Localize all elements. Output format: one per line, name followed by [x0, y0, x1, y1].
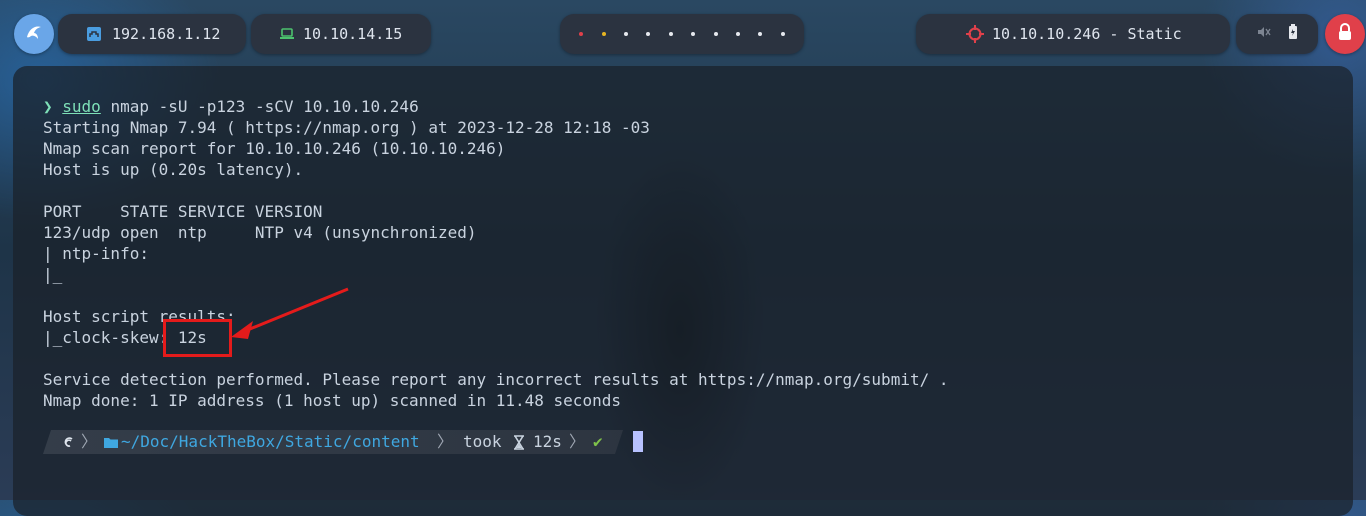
local-ip-text: 192.168.1.12 — [112, 25, 221, 43]
terminal-output: ❯ sudo nmap -sU -p123 -sCV 10.10.10.246 S… — [43, 96, 948, 411]
padlock-icon — [1337, 23, 1353, 45]
workspace-dot[interactable] — [623, 32, 628, 36]
prompt-arrow-icon: ❯ — [43, 97, 53, 116]
took-label: took — [463, 432, 502, 451]
annotation-arrow-icon — [231, 287, 349, 339]
command-args: nmap -sU -p123 -sCV 10.10.10.246 — [100, 97, 419, 116]
terminal-window[interactable]: ❯ sudo nmap -sU -p123 -sCV 10.10.10.246 S… — [13, 66, 1353, 516]
hourglass-icon — [513, 430, 525, 454]
output-line: 123/udp open ntp NTP v4 (unsynchronized) — [43, 223, 477, 242]
command-line: ❯ sudo nmap -sU -p123 -sCV 10.10.10.246 — [43, 96, 948, 117]
lock-screen-button[interactable] — [1325, 14, 1365, 54]
workspace-dot[interactable] — [713, 32, 718, 36]
lan-icon — [86, 26, 102, 46]
kali-dragon-icon — [23, 21, 45, 47]
folder-icon — [103, 430, 119, 454]
crosshair-icon — [966, 25, 984, 47]
vpn-ip-indicator[interactable]: 10.10.14.15 — [251, 14, 431, 54]
workspace-dot-active[interactable] — [579, 32, 584, 36]
prompt-path: ~/Doc/HackTheBox/Static/content — [121, 430, 420, 454]
powerline-separator-icon: 〉 — [437, 432, 454, 451]
workspace-dot[interactable] — [646, 32, 651, 36]
output-line: PORT STATE SERVICE VERSION — [43, 202, 323, 221]
terminal-cursor — [633, 431, 643, 452]
battery-icon[interactable] — [1288, 24, 1298, 44]
command-sudo: sudo — [62, 97, 101, 116]
target-text: 10.10.10.246 - Static — [992, 25, 1182, 43]
output-line: Starting Nmap 7.94 ( https://nmap.org ) … — [43, 118, 650, 137]
took-value: 12s — [533, 432, 562, 451]
powerline-separator-icon: 〉 — [81, 432, 98, 451]
prompt-path-prefix: ~/Doc/HackTheBox/Static/ — [121, 432, 353, 451]
output-line: Nmap done: 1 IP address (1 host up) scan… — [43, 391, 621, 410]
output-line: Nmap scan report for 10.10.10.246 (10.10… — [43, 139, 506, 158]
workspace-dot[interactable] — [691, 32, 696, 36]
prompt-path-dir: content — [352, 432, 420, 451]
local-ip-indicator[interactable]: 192.168.1.12 — [58, 14, 246, 54]
target-indicator[interactable]: 10.10.10.246 - Static — [916, 14, 1230, 54]
output-line: |_ — [43, 265, 63, 284]
volume-muted-icon[interactable] — [1257, 25, 1271, 43]
output-line: Host is up (0.20s latency). — [43, 160, 304, 179]
success-check-icon: ✔ — [593, 432, 603, 451]
workspace-dot[interactable] — [780, 32, 785, 36]
workspace-dot[interactable] — [668, 32, 673, 36]
workspace-dot[interactable] — [735, 32, 740, 36]
debian-swirl-icon — [61, 430, 77, 454]
workspace-dot-occupied[interactable] — [601, 32, 606, 36]
launcher-button[interactable] — [14, 14, 54, 54]
powerline-separator-icon: 〉 — [569, 432, 586, 451]
workspace-indicator[interactable] — [560, 14, 804, 54]
system-tray[interactable] — [1236, 14, 1318, 54]
output-line: | ntp-info: — [43, 244, 159, 263]
vpn-ip-text: 10.10.14.15 — [303, 25, 403, 43]
clock-skew-highlight-box — [163, 319, 232, 357]
workspace-dot[interactable] — [758, 32, 763, 36]
output-line: Service detection performed. Please repo… — [43, 370, 949, 389]
laptop-icon — [279, 26, 295, 46]
